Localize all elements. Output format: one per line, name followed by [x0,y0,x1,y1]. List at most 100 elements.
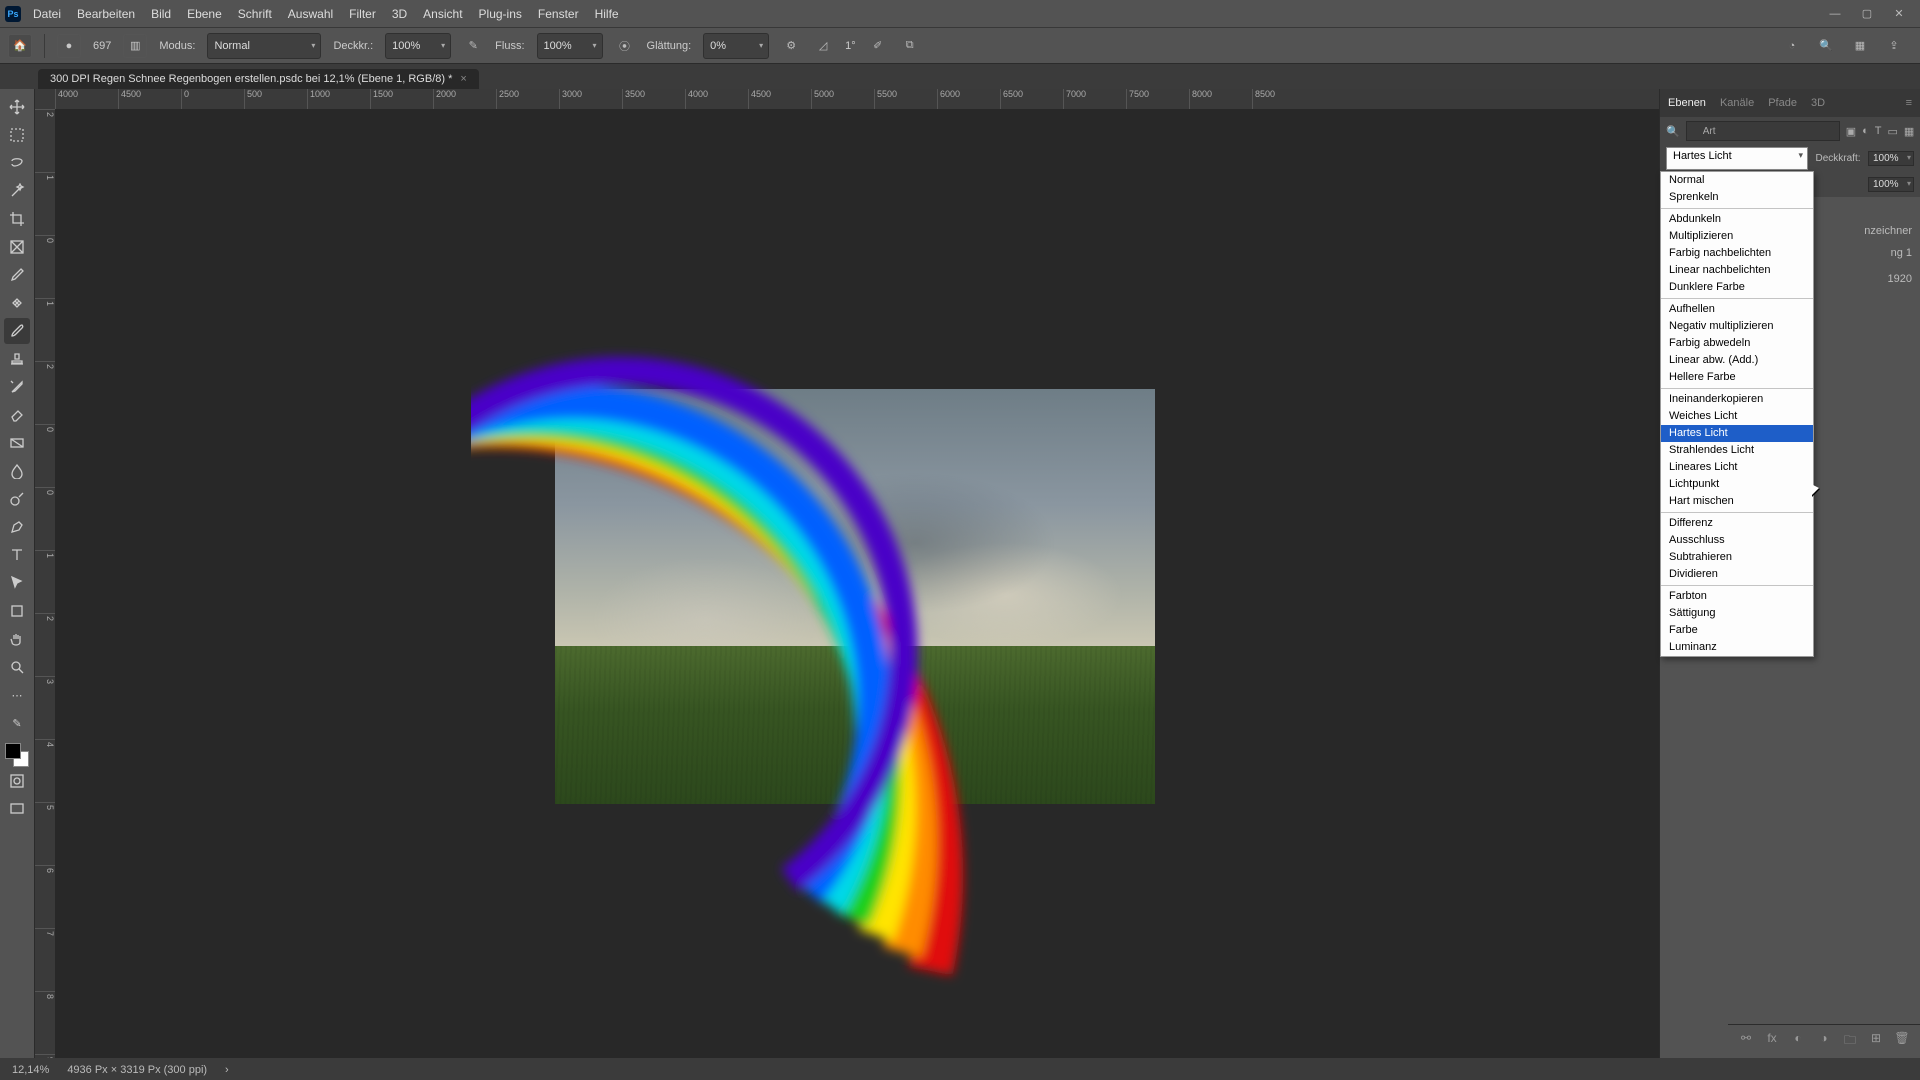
modus-select[interactable]: Normal [207,33,321,59]
frame-tool[interactable] [4,234,30,260]
tab-ebenen[interactable]: Ebenen [1668,97,1706,109]
symmetry-icon[interactable]: ⧉ [900,36,920,56]
menu-ebene[interactable]: Ebene [187,7,222,21]
blend-option-abdunkeln[interactable]: Abdunkeln [1661,211,1813,228]
filter-type-icon[interactable]: T [1875,123,1882,139]
stamp-tool[interactable] [4,346,30,372]
blend-option-aufhellen[interactable]: Aufhellen [1661,301,1813,318]
healing-tool[interactable] [4,290,30,316]
type-tool[interactable] [4,542,30,568]
blur-tool[interactable] [4,458,30,484]
blend-mode-select[interactable]: Hartes Licht [1666,147,1808,170]
fx-icon[interactable]: fx [1764,1031,1780,1052]
menu-hilfe[interactable]: Hilfe [595,7,619,21]
quickmask-button[interactable] [4,768,30,794]
blend-option-normal[interactable]: Normal [1661,172,1813,189]
flache-input[interactable]: 100% [1868,177,1914,192]
blend-mode-dropdown[interactable]: NormalSprenkelnAbdunkelnMultiplizierenFa… [1660,171,1814,657]
blend-option-negativ-multiplizieren[interactable]: Negativ multiplizieren [1661,318,1813,335]
path-select-tool[interactable] [4,570,30,596]
deckkraft-panel-input[interactable]: 100% [1868,151,1914,166]
dodge-tool[interactable] [4,486,30,512]
blend-option-hellere-farbe[interactable]: Hellere Farbe [1661,369,1813,386]
blend-option-luminanz[interactable]: Luminanz [1661,639,1813,656]
blend-option-ineinanderkopieren[interactable]: Ineinanderkopieren [1661,391,1813,408]
gradient-tool[interactable] [4,430,30,456]
move-tool[interactable] [4,94,30,120]
blend-option-hart-mischen[interactable]: Hart mischen [1661,493,1813,510]
lasso-tool[interactable] [4,150,30,176]
home-button[interactable]: 🏠 [8,34,32,58]
blend-option-ausschluss[interactable]: Ausschluss [1661,532,1813,549]
smoothing-options-icon[interactable]: ⚙ [781,36,801,56]
more-tools[interactable]: ⋯ [4,682,30,708]
filter-adjust-icon[interactable]: ◐ [1862,123,1869,139]
cloud-docs-icon[interactable]: ◔ [1782,36,1802,56]
doc-info-chevron[interactable]: › [225,1064,229,1076]
fluss-input[interactable]: 100% [537,33,603,59]
blend-option-lineares-licht[interactable]: Lineares Licht [1661,459,1813,476]
screenmode-button[interactable] [4,796,30,822]
blend-option-farbton[interactable]: Farbton [1661,588,1813,605]
zoom-tool[interactable] [4,654,30,680]
delete-icon[interactable]: 🗑 [1894,1031,1910,1052]
mask-icon[interactable]: ◐ [1790,1031,1806,1052]
close-button[interactable]: ✕ [1883,4,1915,24]
filter-smart-icon[interactable]: ▦ [1904,123,1914,139]
edit-toolbar[interactable]: ✎ [4,710,30,736]
menu-fenster[interactable]: Fenster [538,7,579,21]
link-layers-icon[interactable]: ⚯ [1738,1031,1754,1052]
blend-option-strahlendes-licht[interactable]: Strahlendes Licht [1661,442,1813,459]
filter-shape-icon[interactable]: ▭ [1888,123,1898,139]
maximize-button[interactable]: ▢ [1851,4,1883,24]
blend-option-linear-nachbelichten[interactable]: Linear nachbelichten [1661,262,1813,279]
angle-value[interactable]: 1° [845,40,856,52]
brush-tool[interactable] [4,318,30,344]
menu-ansicht[interactable]: Ansicht [423,7,462,21]
adjustment-icon[interactable]: ◑ [1816,1031,1832,1052]
blend-option-sprenkeln[interactable]: Sprenkeln [1661,189,1813,206]
menu-3d[interactable]: 3D [392,7,407,21]
tab-kanale[interactable]: Kanäle [1720,97,1754,109]
layer-filter-input[interactable] [1686,121,1840,141]
minimize-button[interactable]: — [1819,4,1851,24]
blend-option-farbig-nachbelichten[interactable]: Farbig nachbelichten [1661,245,1813,262]
group-icon[interactable]: 🗀 [1842,1031,1858,1052]
menu-filter[interactable]: Filter [349,7,376,21]
new-layer-icon[interactable]: ⊞ [1868,1031,1884,1052]
hand-tool[interactable] [4,626,30,652]
glattung-input[interactable]: 0% [703,33,769,59]
zoom-level[interactable]: 12,14% [12,1064,49,1076]
blend-option-farbe[interactable]: Farbe [1661,622,1813,639]
menu-bild[interactable]: Bild [151,7,171,21]
blend-option-dunklere-farbe[interactable]: Dunklere Farbe [1661,279,1813,296]
blend-option-weiches-licht[interactable]: Weiches Licht [1661,408,1813,425]
blend-option-differenz[interactable]: Differenz [1661,515,1813,532]
tab-3d[interactable]: 3D [1811,97,1825,109]
doc-info[interactable]: 4936 Px × 3319 Px (300 ppi) [67,1064,207,1076]
pressure-size-icon[interactable]: ✐ [868,36,888,56]
brush-panel-button[interactable]: ▥ [123,34,147,58]
eraser-tool[interactable] [4,402,30,428]
brush-preset-button[interactable]: ● [57,34,81,58]
color-swatches[interactable] [5,743,29,767]
blend-option-dividieren[interactable]: Dividieren [1661,566,1813,583]
share-icon[interactable]: ⇪ [1884,36,1904,56]
blend-option-linear-abw-add-[interactable]: Linear abw. (Add.) [1661,352,1813,369]
history-brush-tool[interactable] [4,374,30,400]
marquee-tool[interactable] [4,122,30,148]
search-icon[interactable]: 🔍 [1816,36,1836,56]
close-tab-icon[interactable]: × [460,73,466,85]
blend-option-hartes-licht[interactable]: Hartes Licht [1661,425,1813,442]
blend-option-subtrahieren[interactable]: Subtrahieren [1661,549,1813,566]
blend-option-multiplizieren[interactable]: Multiplizieren [1661,228,1813,245]
workspace-icon[interactable]: ▦ [1850,36,1870,56]
shape-tool[interactable] [4,598,30,624]
menu-datei[interactable]: Datei [33,7,61,21]
pressure-opacity-icon[interactable]: ✎ [463,36,483,56]
panel-menu-icon[interactable]: ≡ [1906,97,1912,109]
menu-auswahl[interactable]: Auswahl [288,7,333,21]
menu-schrift[interactable]: Schrift [238,7,272,21]
deckkraft-input[interactable]: 100% [385,33,451,59]
blend-option-s-ttigung[interactable]: Sättigung [1661,605,1813,622]
